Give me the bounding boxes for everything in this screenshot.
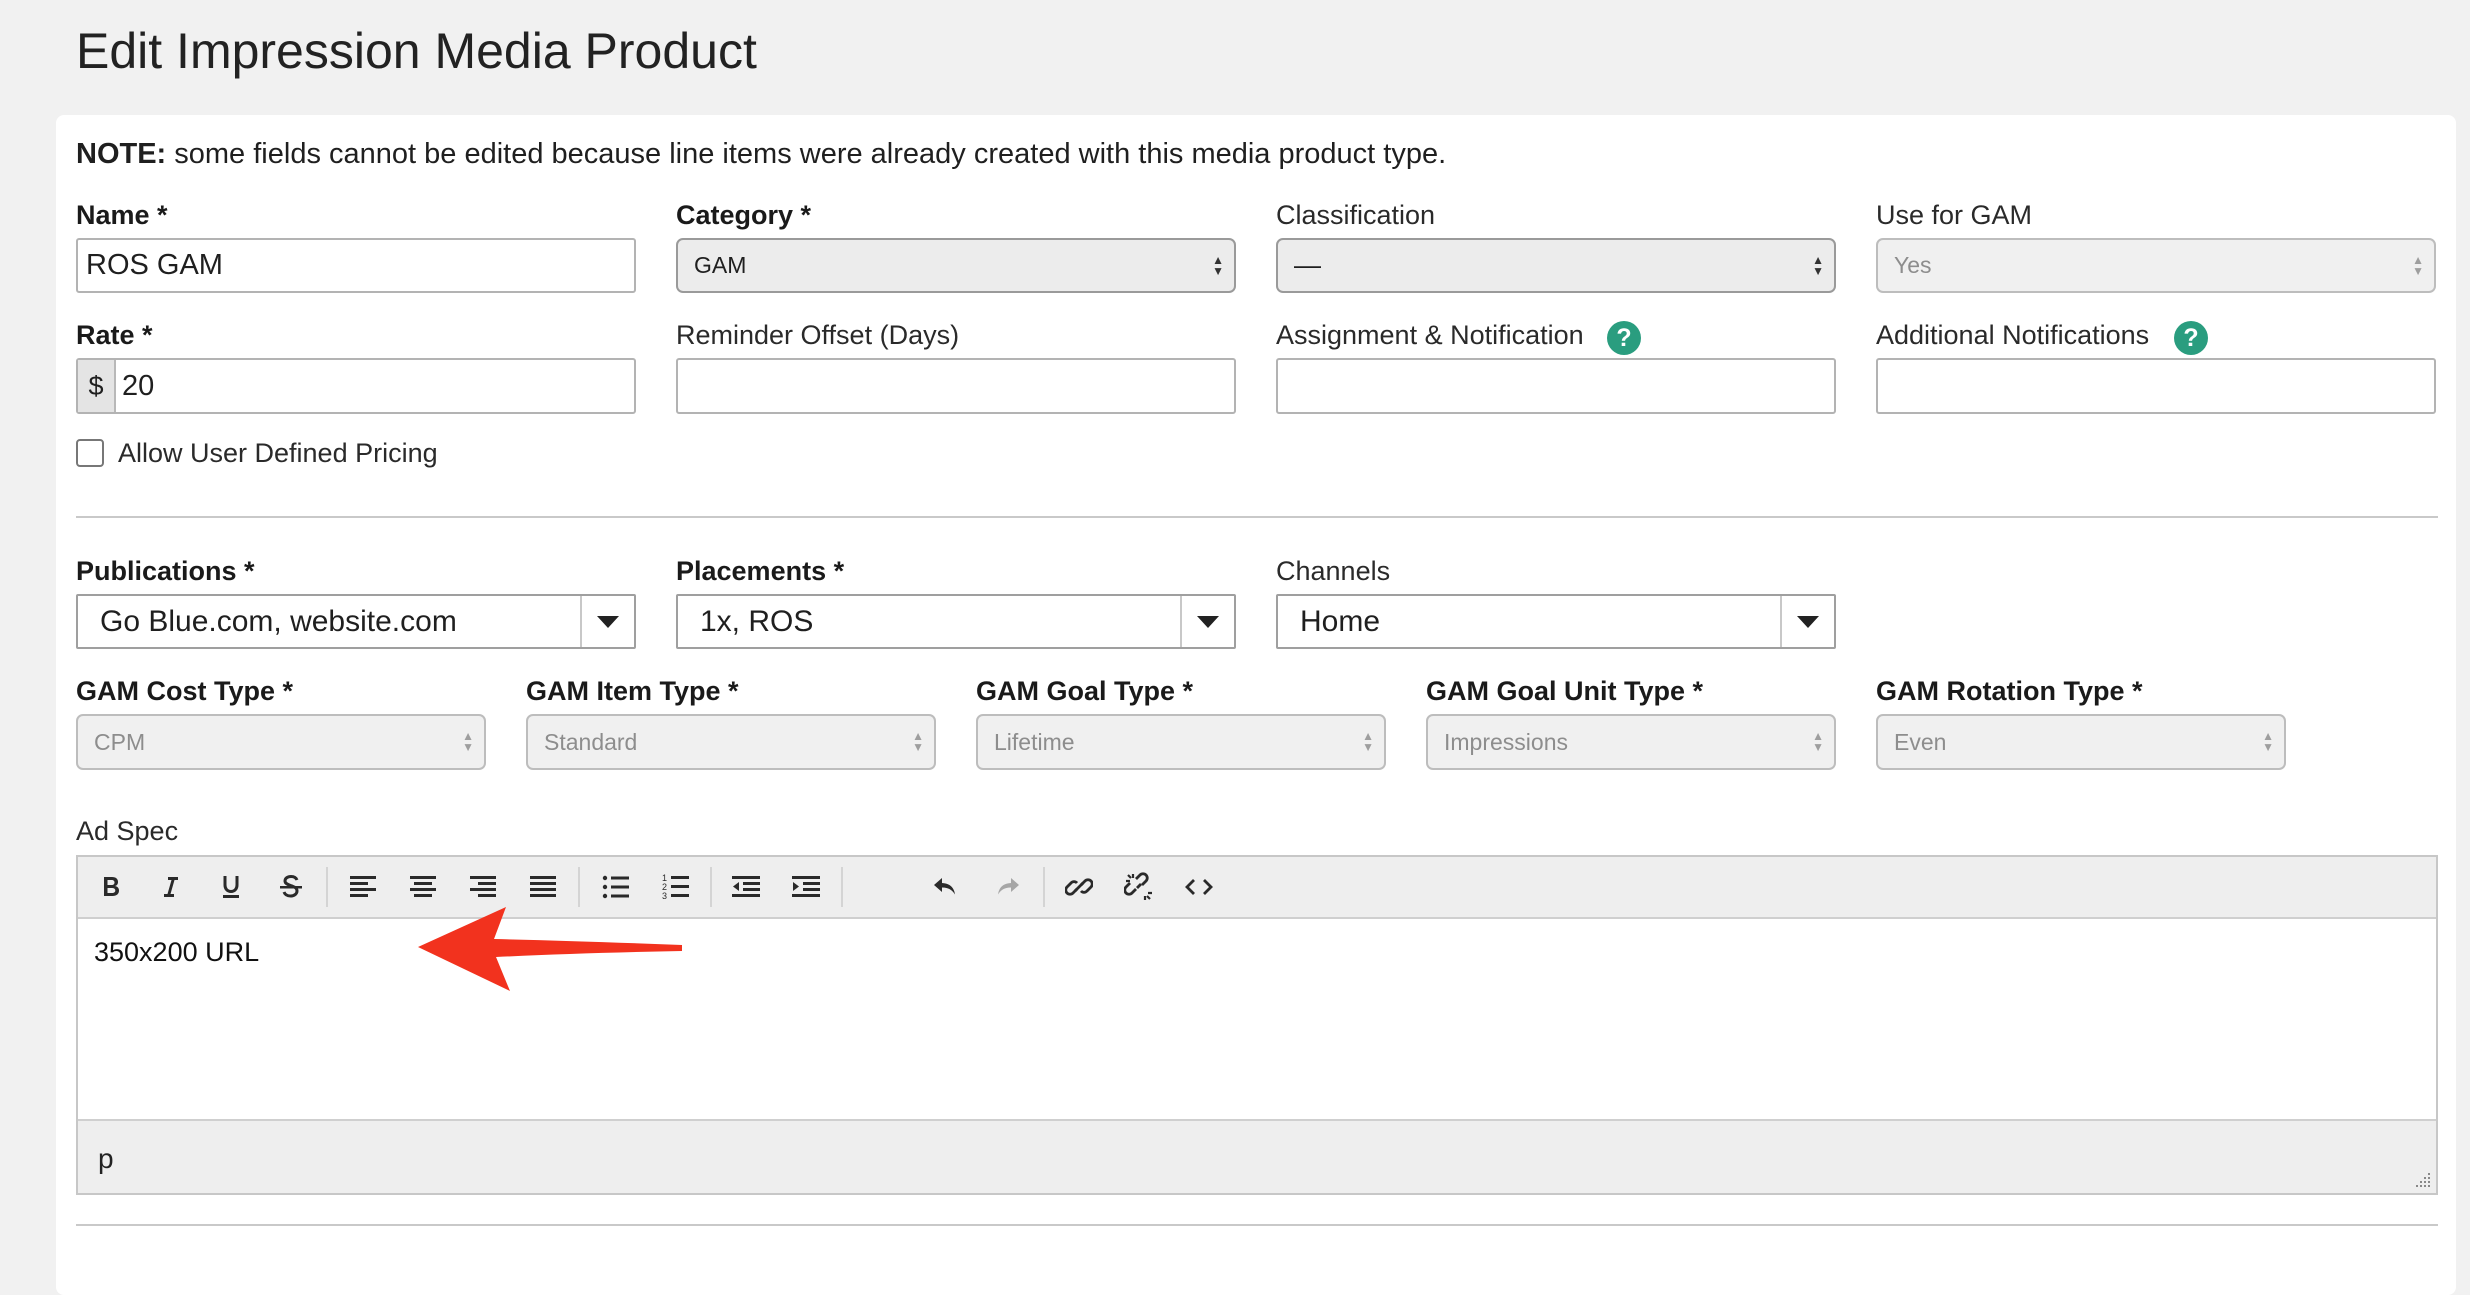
- undo-icon[interactable]: [923, 865, 967, 909]
- additional-notifications-input[interactable]: [1876, 358, 2436, 414]
- resize-handle-icon[interactable]: [2414, 1171, 2432, 1189]
- channels-select[interactable]: Home: [1276, 594, 1836, 649]
- rate-label: Rate *: [76, 320, 153, 350]
- gam-item-type-value: Standard: [544, 728, 638, 755]
- select-arrows-icon: ▲ ▼: [1212, 252, 1224, 278]
- help-icon[interactable]: ?: [2174, 321, 2208, 355]
- name-input[interactable]: ROS GAM: [76, 238, 636, 293]
- link-icon[interactable]: [1057, 865, 1101, 909]
- note-prefix: NOTE:: [76, 138, 167, 170]
- assignment-input[interactable]: [1276, 358, 1836, 414]
- gam-goal-unit-type-value: Impressions: [1444, 728, 1568, 755]
- select-arrows-icon: ▲ ▼: [912, 729, 924, 754]
- select-arrows-icon: ▲ ▼: [2262, 729, 2274, 754]
- chevron-down-icon: [1197, 615, 1219, 628]
- channels-dropdown-toggle[interactable]: [1780, 596, 1834, 647]
- category-select[interactable]: GAM ▲ ▼: [676, 238, 1236, 293]
- section-divider: [76, 516, 2438, 518]
- channels-label: Channels: [1276, 556, 1391, 586]
- name-label: Name *: [76, 200, 168, 230]
- allow-pricing-label[interactable]: Allow User Defined Pricing: [118, 438, 438, 469]
- gam-goal-unit-type-label: GAM Goal Unit Type *: [1426, 676, 1704, 706]
- reminder-offset-label: Reminder Offset (Days): [676, 320, 960, 350]
- ad-spec-label: Ad Spec: [76, 816, 179, 846]
- publications-label: Publications *: [76, 556, 255, 586]
- edit-note: NOTE: some fields cannot be edited becau…: [76, 138, 1446, 171]
- classification-select[interactable]: — ▲ ▼: [1276, 238, 1836, 293]
- category-label: Category *: [676, 200, 812, 230]
- gam-goal-type-value: Lifetime: [994, 728, 1075, 755]
- currency-addon: $: [78, 360, 116, 412]
- toolbar-separator: [710, 867, 712, 907]
- gam-cost-type-label: GAM Cost Type *: [76, 676, 294, 706]
- gam-rotation-type-label: GAM Rotation Type *: [1876, 676, 2143, 706]
- annotation-arrow-icon: [418, 907, 682, 991]
- redo-icon[interactable]: [986, 865, 1030, 909]
- gam-goal-type-select: Lifetime ▲ ▼: [976, 714, 1386, 770]
- select-arrows-icon: ▲ ▼: [2412, 252, 2424, 278]
- select-arrows-icon: ▲ ▼: [462, 729, 474, 754]
- toolbar-separator: [326, 867, 328, 907]
- toolbar-separator: [841, 867, 843, 907]
- unlink-icon[interactable]: [1117, 865, 1161, 909]
- channels-value: Home: [1300, 604, 1381, 638]
- additional-notifications-label: Additional Notifications: [1876, 320, 2150, 350]
- classification-label: Classification: [1276, 200, 1436, 230]
- note-text: some fields cannot be edited because lin…: [166, 138, 1447, 170]
- strikethrough-icon[interactable]: [269, 865, 313, 909]
- category-value: GAM: [694, 252, 747, 278]
- reminder-offset-input[interactable]: [676, 358, 1236, 414]
- gam-rotation-type-select: Even ▲ ▼: [1876, 714, 2286, 770]
- placements-label: Placements *: [676, 556, 845, 586]
- gam-item-type-label: GAM Item Type *: [526, 676, 739, 706]
- placements-dropdown-toggle[interactable]: [1180, 596, 1234, 647]
- code-icon[interactable]: [1177, 865, 1221, 909]
- select-arrows-icon: ▲ ▼: [1812, 252, 1824, 278]
- publications-select[interactable]: Go Blue.com, website.com: [76, 594, 636, 649]
- bold-icon[interactable]: [89, 865, 133, 909]
- use-for-gam-value: Yes: [1894, 252, 1932, 278]
- rate-input[interactable]: $ 20: [76, 358, 636, 414]
- rate-value: 20: [122, 369, 155, 402]
- select-arrows-icon: ▲ ▼: [1812, 729, 1824, 754]
- underline-icon[interactable]: [209, 865, 253, 909]
- outdent-icon[interactable]: [724, 865, 768, 909]
- gam-rotation-type-value: Even: [1894, 728, 1947, 755]
- element-path[interactable]: p: [98, 1143, 114, 1175]
- gam-goal-unit-type-select: Impressions ▲ ▼: [1426, 714, 1836, 770]
- publications-dropdown-toggle[interactable]: [580, 596, 634, 647]
- section-divider: [76, 1224, 2438, 1226]
- editor-content[interactable]: 350x200 URL: [94, 937, 259, 968]
- help-icon[interactable]: ?: [1607, 321, 1641, 355]
- name-value: ROS GAM: [86, 249, 223, 281]
- use-for-gam-label: Use for GAM: [1876, 200, 2033, 230]
- use-for-gam-select: Yes ▲ ▼: [1876, 238, 2436, 293]
- gam-item-type-select: Standard ▲ ▼: [526, 714, 936, 770]
- align-left-icon[interactable]: [341, 865, 385, 909]
- publications-value: Go Blue.com, website.com: [100, 604, 457, 638]
- placements-value: 1x, ROS: [700, 604, 814, 638]
- editor-statusbar: p: [78, 1119, 2436, 1193]
- select-arrows-icon: ▲ ▼: [1362, 729, 1374, 754]
- gam-goal-type-label: GAM Goal Type *: [976, 676, 1194, 706]
- placements-select[interactable]: 1x, ROS: [676, 594, 1236, 649]
- assignment-label: Assignment & Notification: [1276, 320, 1584, 350]
- chevron-down-icon: [597, 615, 619, 628]
- page-title: Edit Impression Media Product: [76, 23, 757, 79]
- indent-icon[interactable]: [784, 865, 828, 909]
- classification-value: —: [1294, 250, 1321, 280]
- italic-icon[interactable]: [149, 865, 193, 909]
- chevron-down-icon: [1797, 615, 1819, 628]
- allow-pricing-checkbox[interactable]: [76, 439, 104, 467]
- gam-cost-type-select: CPM ▲ ▼: [76, 714, 486, 770]
- toolbar-separator: [1043, 867, 1045, 907]
- gam-cost-type-value: CPM: [94, 728, 146, 755]
